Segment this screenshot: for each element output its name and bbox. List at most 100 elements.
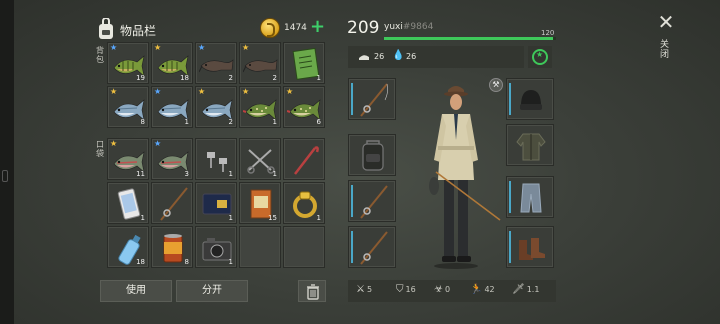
pocket-slot-fishing-rod[interactable]: [151, 182, 193, 224]
add-coins-button[interactable]: +: [310, 17, 325, 37]
pocket-slot-phone[interactable]: 1: [107, 182, 149, 224]
durability-bar: [509, 83, 511, 115]
jacket-icon: [516, 133, 546, 161]
pocket-slot-gold-ring[interactable]: 1: [283, 182, 325, 224]
item-count: 2: [228, 118, 233, 126]
item-count: 3: [184, 170, 189, 178]
xp-bar: [384, 37, 556, 40]
username-text: yuxi: [384, 22, 403, 32]
pocket-slot-camera[interactable]: 1: [195, 226, 237, 268]
combat-stats-row: ⚔ 5 ⛉ 16 ☣ 0 🏃 42 🗡 1.1: [348, 280, 556, 302]
item-count: 6: [316, 118, 321, 126]
xp-fill: [384, 37, 553, 40]
item-count: 1: [316, 214, 321, 222]
pocket-slot-trout-fish[interactable]: ★ 3: [151, 138, 193, 180]
water-drop-icon: 💧: [392, 50, 405, 61]
pocket-slot-trout-fish[interactable]: ★ 11: [107, 138, 149, 180]
vitals-row: 26 💧 26: [348, 46, 524, 68]
pocket-slot-wallet[interactable]: 1: [195, 182, 237, 224]
gold-star-icon: ★: [110, 139, 118, 148]
fishing-rod-icon: [360, 185, 388, 219]
username: yuxi#9864: [384, 22, 433, 32]
backpack-slot-herring-fish[interactable]: ★ 8: [107, 86, 149, 128]
backpack-section-label: 背包: [96, 46, 104, 64]
device-notch: [2, 170, 8, 182]
item-count: 2: [272, 74, 277, 82]
boots-icon: [519, 238, 545, 260]
defense-stat: ⛉ 16: [396, 284, 416, 295]
backpack-slot-herring-fish[interactable]: ★ 2: [195, 86, 237, 128]
pocket-slot-water-bottle[interactable]: 18: [107, 226, 149, 268]
trash-icon: [307, 284, 319, 300]
fishing-rod-icon: [360, 231, 388, 265]
coin-count: 1474: [284, 23, 307, 33]
beanie-icon: [520, 90, 542, 110]
inventory-header: 物品栏 1474 +: [96, 16, 326, 44]
player-level: 209: [347, 18, 380, 38]
close-label[interactable]: 关闭: [660, 40, 672, 60]
backpack-slot-herring-fish[interactable]: ★ 1: [151, 86, 193, 128]
item-count: 18: [136, 258, 145, 266]
pocket-slot-empty[interactable]: [283, 226, 325, 268]
biohazard-icon: ☣: [434, 284, 443, 295]
trash-button[interactable]: [298, 280, 326, 302]
water-value: 26: [406, 52, 417, 61]
coin-icon: [260, 18, 280, 38]
item-count: 2: [228, 74, 233, 82]
legs-slot[interactable]: [506, 176, 554, 218]
blue-star-icon: ★: [110, 43, 118, 52]
item-count: 8: [184, 258, 189, 266]
pants-icon: [520, 183, 542, 213]
backpack-slot[interactable]: [348, 134, 396, 176]
backpack-slot-pike-fish[interactable]: ★ 1: [239, 86, 281, 128]
damage-stat: 🗡 1.1: [512, 284, 539, 295]
food-icon: [359, 55, 369, 60]
pocket-slot-scissors[interactable]: 1: [239, 138, 281, 180]
use-button[interactable]: 使用: [100, 280, 172, 302]
speed-value: 42: [484, 285, 495, 294]
backpack-slot-perch-fish[interactable]: ★ 19: [107, 42, 149, 84]
food-value: 26: [374, 52, 385, 61]
pocket-slot-empty[interactable]: [239, 226, 281, 268]
damage-value: 1.1: [526, 285, 540, 294]
feet-slot[interactable]: [506, 226, 554, 268]
split-button[interactable]: 分开: [176, 280, 248, 302]
head-slot[interactable]: [506, 78, 554, 120]
user-id: #9864: [402, 22, 434, 32]
item-count: 1: [316, 74, 321, 82]
attack-value: 5: [366, 285, 373, 294]
tool-settings-icon[interactable]: ⚒: [489, 78, 503, 92]
gold-star-icon: ★: [242, 43, 250, 52]
torso-slot[interactable]: [506, 124, 554, 166]
pocket-section-label: 口袋: [96, 140, 104, 158]
close-icon[interactable]: ✕: [656, 12, 676, 32]
durability-bar: [351, 231, 353, 263]
backpack-icon: [99, 18, 113, 39]
speed-stat: 🏃 42: [470, 284, 495, 295]
attack-stat: ⚔ 5: [356, 284, 372, 295]
pocket-slot-bolts[interactable]: 1: [195, 138, 237, 180]
item-count: 1: [272, 170, 277, 178]
pocket-slot-seed-bag[interactable]: 15: [239, 182, 281, 224]
durability-bar: [509, 231, 511, 263]
defense-value: 16: [405, 285, 416, 294]
item-count: 11: [136, 170, 145, 178]
pocket-slot-canned-food[interactable]: 8: [151, 226, 193, 268]
weapon-slot-3[interactable]: [348, 226, 396, 268]
boost-button[interactable]: [528, 46, 552, 68]
pocket-slot-crowbar[interactable]: [283, 138, 325, 180]
backpack-slot-perch-fish[interactable]: ★ 18: [151, 42, 193, 84]
backpack-slot-catfish[interactable]: ★ 2: [195, 42, 237, 84]
backpack-slot-pike-fish[interactable]: ★ 6: [283, 86, 325, 128]
backpack-slot-catfish[interactable]: ★ 2: [239, 42, 281, 84]
weapon-slot-2[interactable]: [348, 180, 396, 222]
weapon-slot-1[interactable]: [348, 78, 396, 120]
item-count: 1: [228, 170, 233, 178]
backpack-slot-notebook[interactable]: 1: [283, 42, 325, 84]
item-count: 15: [268, 214, 277, 222]
star-badge-icon: [532, 49, 548, 65]
durability-bar: [351, 83, 353, 115]
gold-star-icon: ★: [242, 87, 250, 96]
runner-icon: 🏃: [470, 284, 483, 295]
gold-star-icon: ★: [154, 43, 162, 52]
